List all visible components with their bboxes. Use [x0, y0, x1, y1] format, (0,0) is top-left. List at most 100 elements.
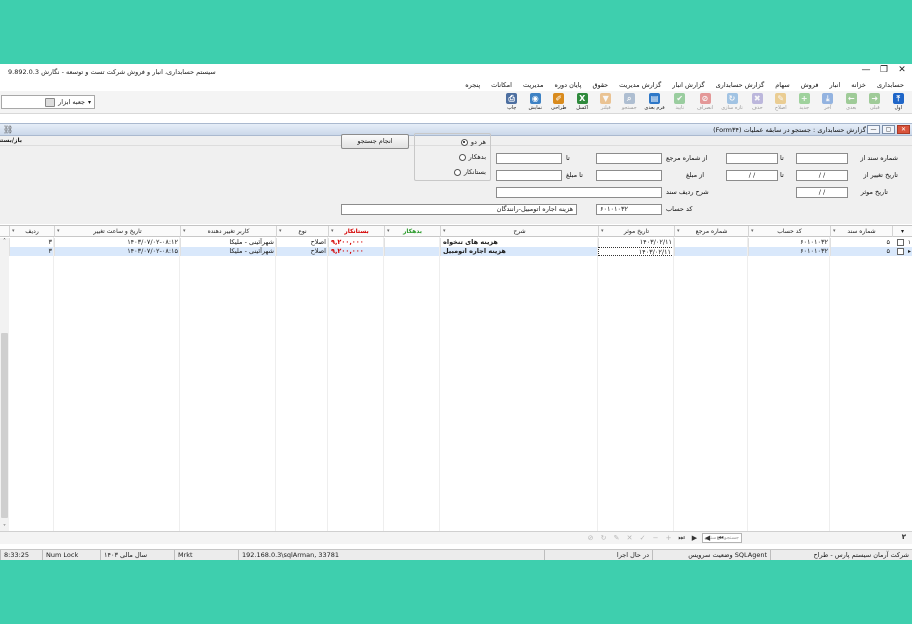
col-type[interactable]: نوع ▾	[276, 226, 328, 237]
table-row-selected[interactable]: ▸ ۵ ۶۰۱۰۱۰۳۲ ۱۴۰۳/۰۲/۱۱ هزینه اجاره اتوم…	[0, 247, 912, 256]
nav-last-icon[interactable]: ⏭	[676, 533, 687, 543]
line-desc-input[interactable]	[496, 187, 662, 198]
cell-debit[interactable]	[384, 238, 440, 247]
vertical-scrollbar[interactable]: ˄ ˅	[0, 238, 9, 532]
col-changed-by[interactable]: کاربر تغییر دهنده ▾	[180, 226, 276, 237]
nav-next-icon[interactable]: ▶	[689, 533, 700, 543]
toolbar-button-next-form[interactable]: ▤ فرم بعدی	[641, 91, 668, 114]
nav-insert-icon[interactable]: +	[663, 533, 674, 543]
toolbar-button-last-arrow[interactable]: ⤓ آخر	[816, 91, 840, 114]
col-account-code[interactable]: کد حساب ▾	[748, 226, 830, 237]
radio-debit[interactable]: بدهکار	[458, 153, 486, 161]
run-search-button[interactable]: انجام جستجو	[341, 134, 409, 149]
menu-administration[interactable]: مدیریت	[523, 79, 543, 91]
cell-account-code[interactable]: ۶۰۱۰۱۰۳۲	[748, 247, 830, 256]
cell-debit[interactable]	[384, 247, 440, 256]
child-close-button[interactable]: ✕	[897, 125, 910, 134]
col-description[interactable]: شرح ▾	[440, 226, 598, 237]
menu-tools[interactable]: امکانات	[491, 79, 512, 91]
table-row[interactable]: ۱ ۵ ۶۰۱۰۱۰۳۲ ۱۴۰۳/۰۲/۱۱ هزینه های تنخواه…	[0, 238, 912, 247]
toolbar-button-preview[interactable]: ◉ نمایش	[524, 91, 548, 114]
col-changed-at[interactable]: تاریخ و ساعت تغییر ▾	[54, 226, 180, 237]
toolbar-button-confirm[interactable]: ✔ تایید	[668, 91, 692, 114]
nav-prev-icon[interactable]: ◀	[702, 533, 713, 543]
cell-credit[interactable]: ۹,۲۰۰,۰۰۰	[328, 238, 384, 247]
toolbar-button-search[interactable]: ⌕ جستجو	[618, 91, 642, 114]
toolbar-button-add[interactable]: + جدید	[793, 91, 817, 114]
cell-ref-no[interactable]	[674, 238, 748, 247]
radio-both[interactable]: هر دو	[460, 138, 486, 146]
effective-date-input[interactable]: / /	[796, 187, 848, 198]
menu-period-end[interactable]: پایان دوره	[554, 79, 581, 91]
minimize-button[interactable]: —	[860, 65, 872, 76]
menu-warehouse-reports[interactable]: گزارش انبار	[672, 79, 704, 91]
change-date-from-input[interactable]: / /	[796, 170, 848, 181]
scroll-thumb[interactable]	[1, 333, 8, 518]
menu-shares[interactable]: سهام	[775, 79, 789, 91]
cell-description[interactable]: هزینه اجاره اتومبیل	[440, 247, 598, 256]
cell-doc-no[interactable]: ۵	[830, 238, 892, 247]
cell-type[interactable]: اصلاح	[276, 247, 328, 256]
col-effective-date[interactable]: تاریخ موثر ▾	[598, 226, 674, 237]
nav-refresh-icon[interactable]: ↻	[598, 533, 609, 543]
toolbar-button-refresh[interactable]: ↻ تازه سازی	[719, 91, 746, 114]
amount-to-input[interactable]	[496, 170, 562, 181]
cell-account-code[interactable]: ۶۰۱۰۱۰۳۲	[748, 238, 830, 247]
toolbar-button-edit[interactable]: ✎ اصلاح	[769, 91, 793, 114]
menu-window[interactable]: پنجره	[465, 79, 480, 91]
toolbar-button-next-arrow[interactable]: ← بعدی	[840, 91, 864, 114]
child-maximize-button[interactable]: ▢	[882, 125, 895, 134]
cell-ref-no[interactable]	[674, 247, 748, 256]
cell-changed-by[interactable]: شهرآئینی - ملیکا	[180, 238, 276, 247]
col-ref-no[interactable]: شماره مرجع ▾	[674, 226, 748, 237]
row-checkbox[interactable]	[897, 248, 904, 255]
close-button[interactable]: ✕	[896, 65, 908, 76]
toolbar-button-print[interactable]: ⎙ چاپ	[500, 91, 524, 114]
change-date-to-input[interactable]: / /	[726, 170, 778, 181]
cell-credit[interactable]: ۹,۲۰۰,۰۰۰	[328, 247, 384, 256]
doc-no-from-input[interactable]	[796, 153, 848, 164]
toolbox-dropdown[interactable]: جعبه ابزار ▾	[1, 95, 95, 109]
grid-header-selector[interactable]: ▾	[892, 226, 912, 237]
toolbar-button-excel[interactable]: X اکسل	[571, 91, 595, 114]
account-code-input[interactable]: ۶۰۱۰۱۰۳۲	[596, 204, 662, 215]
child-minimize-button[interactable]: —	[867, 125, 880, 134]
row-checkbox[interactable]	[897, 239, 904, 246]
nav-edit-icon[interactable]: ✎	[611, 533, 622, 543]
toolbar-button-filter[interactable]: ▼ فیلتر	[594, 91, 618, 114]
nav-delete-icon[interactable]: −	[650, 533, 661, 543]
scroll-up-icon[interactable]: ˄	[0, 238, 9, 246]
menu-payroll[interactable]: حقوق	[592, 79, 608, 91]
cell-type[interactable]: اصلاح	[276, 238, 328, 247]
ref-no-to-input[interactable]	[496, 153, 562, 164]
col-row[interactable]: ردیف ▾	[9, 226, 54, 237]
nav-post-icon[interactable]: ✓	[637, 533, 648, 543]
nav-filter-clear-icon[interactable]: ⊘	[585, 533, 596, 543]
cell-description[interactable]: هزینه های تنخواه	[440, 238, 598, 247]
toolbar-button-prev-arrow[interactable]: ➜ قبلی	[863, 91, 887, 114]
cell-doc-no[interactable]: ۵	[830, 247, 892, 256]
menu-treasury[interactable]: خزانه	[851, 79, 866, 91]
toolbar-button-first-arrow[interactable]: ⤒ اول	[887, 91, 911, 114]
cell-row[interactable]: ۳	[9, 247, 54, 256]
cell-effective-date[interactable]: ۱۴۰۳/۰۲/۱۱	[598, 238, 674, 247]
restore-button[interactable]: ❐	[878, 65, 890, 76]
menu-warehouse[interactable]: انبار	[830, 79, 841, 91]
toolbar-button-cancel[interactable]: ⊘ انصراف	[692, 91, 719, 114]
nav-first-icon[interactable]: ⏮	[715, 533, 726, 543]
cell-row[interactable]: ۳	[9, 238, 54, 247]
amount-from-input[interactable]	[596, 170, 662, 181]
cell-effective-date-focused[interactable]: ۱۴۰۳/۰۲/۱۱	[598, 247, 674, 256]
col-debit[interactable]: بدهکار ▾	[384, 226, 440, 237]
doc-no-to-input[interactable]	[726, 153, 778, 164]
ref-no-from-input[interactable]	[596, 153, 662, 164]
cell-changed-by[interactable]: شهرآئینی - ملیکا	[180, 247, 276, 256]
menu-sales[interactable]: فروش	[801, 79, 819, 91]
menu-accounting[interactable]: حسابداری	[877, 79, 904, 91]
nav-cancel-icon[interactable]: ✕	[624, 533, 635, 543]
radio-credit[interactable]: بستانکار	[453, 168, 486, 176]
cell-changed-at[interactable]: ۱۴۰۳/۰۷/۰۲-۰۸:۱۲	[54, 238, 180, 247]
col-doc-no[interactable]: شماره سند ▾	[830, 226, 892, 237]
toolbar-button-design[interactable]: ✐ طراحی	[547, 91, 571, 114]
col-credit[interactable]: بستانکار ▾	[328, 226, 384, 237]
